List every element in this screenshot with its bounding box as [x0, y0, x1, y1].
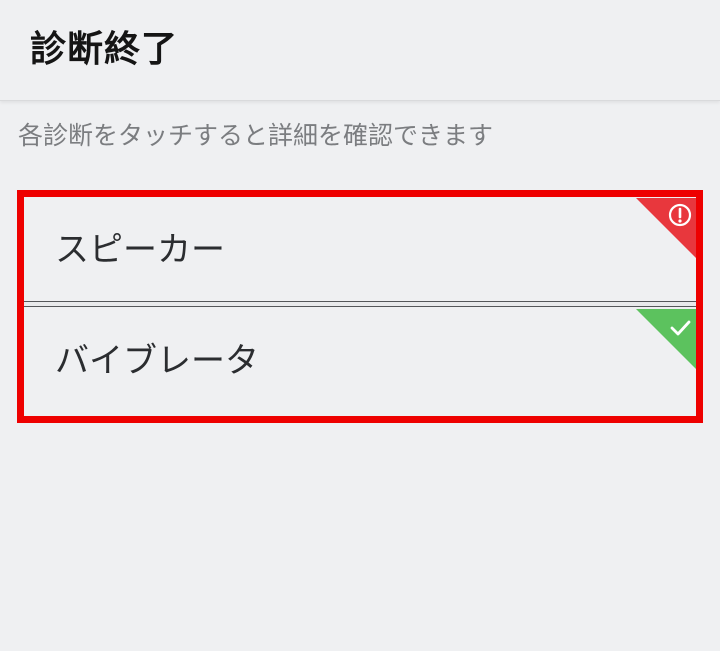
diagnostic-label: スピーカー: [55, 230, 225, 270]
diagnostic-label: バイブレータ: [55, 341, 259, 381]
app-header: 診断終了: [0, 0, 720, 101]
diagnostic-item-speaker[interactable]: スピーカー: [24, 198, 696, 303]
alert-icon: [636, 198, 696, 258]
highlight-frame: スピーカー バイブレータ: [17, 190, 703, 423]
check-icon: [636, 309, 696, 369]
item-divider: [24, 301, 696, 307]
diagnostic-item-vibrator[interactable]: バイブレータ: [24, 309, 696, 414]
page-title: 診断終了: [30, 29, 179, 70]
instruction-text: 各診断をタッチすると詳細を確認できます: [18, 121, 494, 150]
